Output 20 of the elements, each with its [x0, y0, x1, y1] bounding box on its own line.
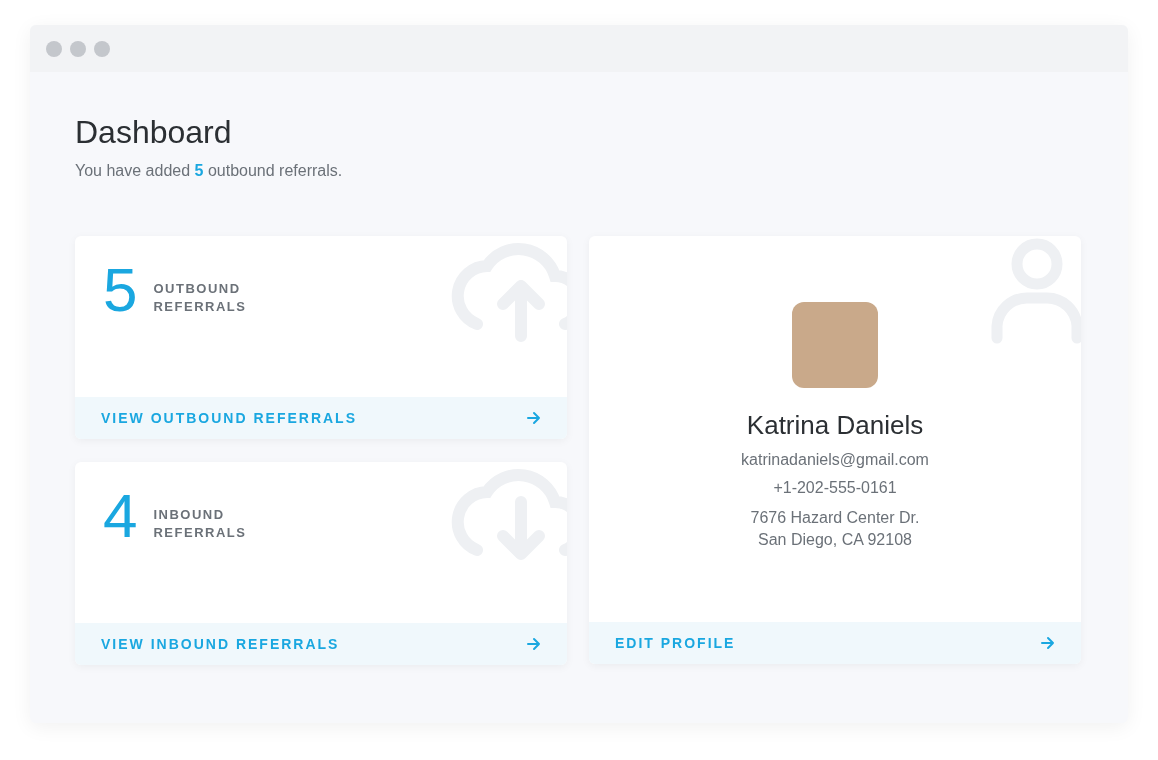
stat-label: OUTBOUND REFERRALS	[153, 280, 248, 316]
phone-text: +1-202-555-0161	[773, 479, 897, 497]
profile-name: Katrina Daniels	[746, 410, 924, 441]
page-title: Dashboard	[75, 113, 233, 152]
arrow-right-icon	[527, 637, 541, 651]
stat-count: 5	[103, 260, 138, 320]
window-control-icon[interactable]	[46, 40, 62, 57]
view-link[interactable]: VIEW OUTBOUND REFERRALS	[75, 397, 567, 439]
edit-profile-link[interactable]: EDIT PROFILE	[589, 622, 1081, 664]
window-control-icon[interactable]	[70, 40, 86, 57]
stat-count: 4	[103, 486, 138, 546]
address-text: San Diego, CA 92108	[757, 530, 913, 550]
address-text: 7676 Hazard Center Dr.	[750, 508, 920, 528]
arrow-right-icon	[527, 411, 541, 425]
view-link[interactable]: VIEW INBOUND REFERRALS	[75, 623, 567, 665]
arrow-right-icon	[1041, 636, 1055, 650]
stat-label: INBOUND REFERRALS	[153, 506, 248, 542]
summary-text: You have added 5 outbound referrals.	[75, 162, 344, 180]
window-control-icon[interactable]	[94, 40, 110, 57]
email-text: katrinadaniels@gmail.com	[741, 451, 929, 469]
